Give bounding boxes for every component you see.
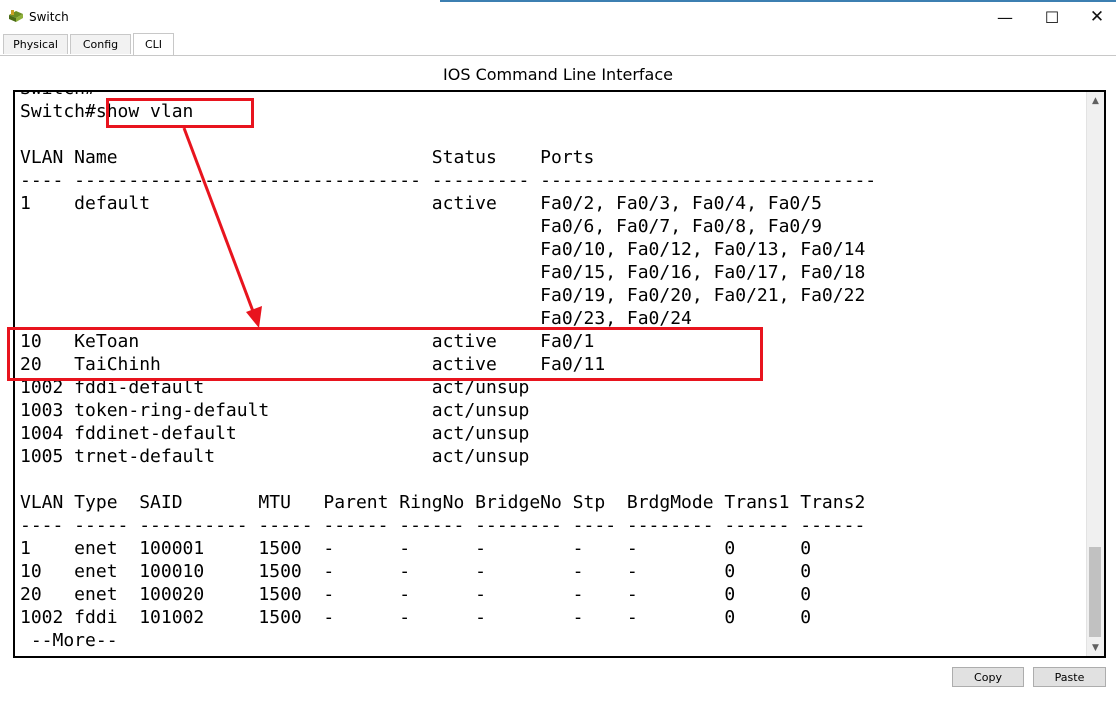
tab-bar: Physical Config CLI <box>0 33 1116 56</box>
terminal-line: 1 enet 100001 1500 - - - - - 0 0 <box>20 538 812 559</box>
terminal-line: VLAN Name Status Ports <box>20 147 595 168</box>
scroll-down-arrow-icon[interactable]: ▼ <box>1087 639 1104 656</box>
terminal-line: Fa0/6, Fa0/7, Fa0/8, Fa0/9 <box>20 216 822 237</box>
terminal-line: 1 default active Fa0/2, Fa0/3, Fa0/4, Fa… <box>20 193 822 214</box>
maximize-icon: ☐ <box>1044 7 1060 27</box>
terminal-line: ---- -------------------------------- --… <box>20 170 877 191</box>
tab-config[interactable]: Config <box>70 34 131 54</box>
window-title: Switch <box>29 10 69 24</box>
scroll-up-arrow-icon[interactable]: ▲ <box>1087 92 1104 109</box>
terminal-line: Fa0/19, Fa0/20, Fa0/21, Fa0/22 <box>20 285 866 306</box>
terminal-line: 1002 fddi 101002 1500 - - - - - 0 0 <box>20 607 812 628</box>
terminal-line: 20 enet 100020 1500 - - - - - 0 0 <box>20 584 812 605</box>
close-icon: ✕ <box>1089 7 1105 27</box>
annotation-box-new-vlans <box>7 327 763 381</box>
terminal-line: 10 enet 100010 1500 - - - - - 0 0 <box>20 561 812 582</box>
minimize-button[interactable]: — <box>990 6 1020 28</box>
terminal-line: Fa0/15, Fa0/16, Fa0/17, Fa0/18 <box>20 262 866 283</box>
terminal-line: 1003 token-ring-default act/unsup <box>20 400 530 421</box>
terminal-scrollbar[interactable]: ▲ ▼ <box>1086 92 1104 656</box>
tab-cli[interactable]: CLI <box>133 33 174 55</box>
minimize-icon: — <box>997 7 1013 27</box>
terminal-line: 1004 fddinet-default act/unsup <box>20 423 530 444</box>
terminal-line: Fa0/10, Fa0/12, Fa0/13, Fa0/14 <box>20 239 866 260</box>
copy-button[interactable]: Copy <box>952 667 1024 687</box>
scroll-thumb[interactable] <box>1089 547 1101 637</box>
paste-button[interactable]: Paste <box>1033 667 1106 687</box>
close-button[interactable]: ✕ <box>1082 6 1112 28</box>
panel-heading: IOS Command Line Interface <box>443 65 673 84</box>
switch-icon <box>9 10 23 22</box>
terminal-line: ---- ----- ---------- ----- ------ -----… <box>20 515 866 536</box>
terminal-line: VLAN Type SAID MTU Parent RingNo BridgeN… <box>20 492 866 513</box>
title-bar: Switch — ☐ ✕ <box>0 0 1116 34</box>
terminal-line: 1005 trnet-default act/unsup <box>20 446 530 467</box>
tab-physical[interactable]: Physical <box>3 34 68 54</box>
terminal-line: --More-- <box>20 630 118 651</box>
annotation-box-command <box>106 98 254 128</box>
maximize-button[interactable]: ☐ <box>1037 6 1067 28</box>
window-top-border <box>440 0 1116 2</box>
